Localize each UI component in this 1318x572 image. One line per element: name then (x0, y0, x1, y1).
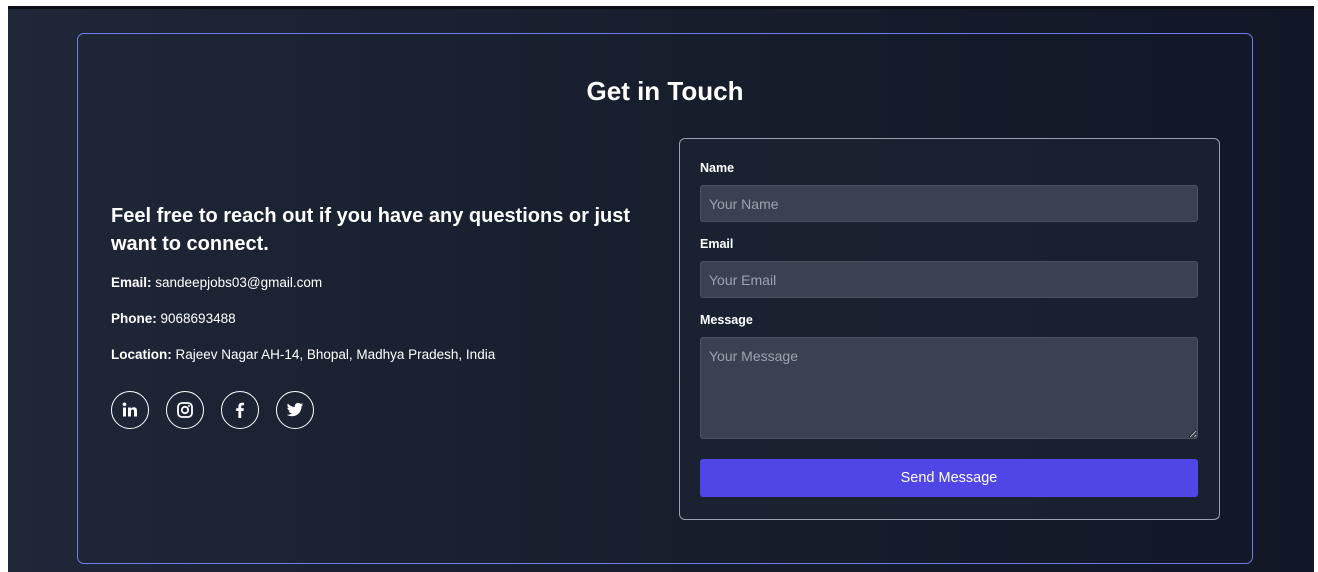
facebook-icon (236, 402, 244, 418)
name-label: Name (700, 161, 735, 175)
email-info-value: sandeepjobs03@gmail.com (155, 275, 323, 290)
tagline: Feel free to reach out if you have any q… (111, 205, 631, 255)
message-textarea[interactable] (700, 337, 1198, 439)
contact-info: Feel free to reach out if you have any q… (111, 202, 671, 429)
name-input[interactable] (700, 185, 1198, 222)
phone-info: Phone: 9068693488 (111, 310, 671, 327)
linkedin-icon (122, 402, 137, 417)
instagram-icon (177, 402, 193, 418)
email-info: Email: sandeepjobs03@gmail.com (111, 274, 671, 291)
contact-section: Get in Touch Feel free to reach out if y… (77, 33, 1253, 564)
location-info-label: Location: (111, 347, 172, 362)
phone-info-value: 9068693488 (160, 311, 236, 326)
twitter-link[interactable] (276, 391, 314, 429)
social-links (111, 391, 671, 429)
send-message-button[interactable]: Send Message (700, 459, 1198, 497)
location-info-value: Rajeev Nagar AH-14, Bhopal, Madhya Prade… (175, 347, 496, 362)
twitter-icon (286, 402, 304, 417)
email-label: Email (700, 237, 734, 251)
instagram-link[interactable] (166, 391, 204, 429)
email-info-label: Email: (111, 275, 152, 290)
linkedin-link[interactable] (111, 391, 149, 429)
phone-info-label: Phone: (111, 311, 157, 326)
contact-form: Name Email Message Send Message (679, 138, 1220, 520)
facebook-link[interactable] (221, 391, 259, 429)
page-background: Get in Touch Feel free to reach out if y… (8, 6, 1314, 572)
location-info: Location: Rajeev Nagar AH-14, Bhopal, Ma… (111, 346, 671, 363)
section-title: Get in Touch (586, 76, 744, 106)
message-label: Message (700, 313, 753, 327)
email-input[interactable] (700, 261, 1198, 298)
